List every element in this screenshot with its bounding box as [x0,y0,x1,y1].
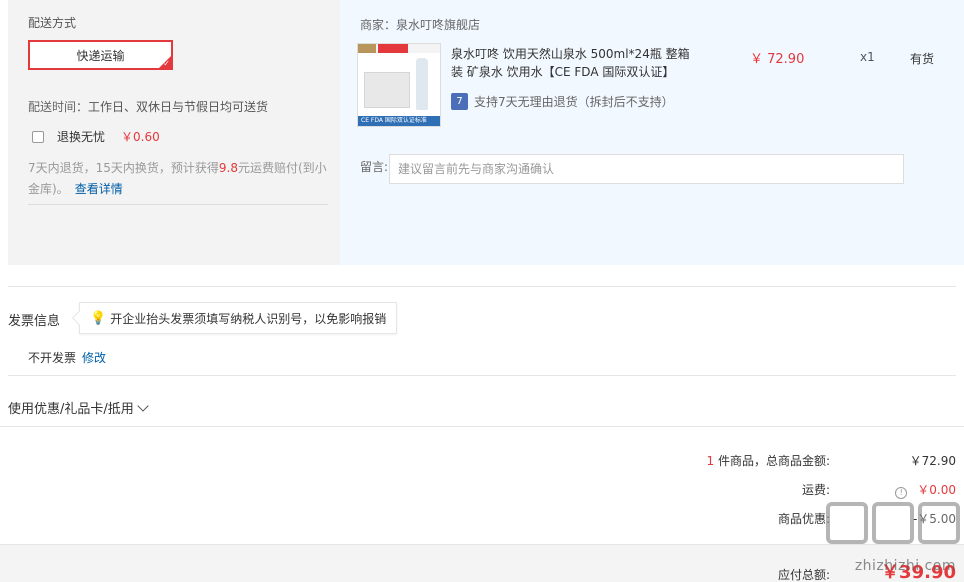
certification-strip-text: CE FDA 国际双认证标准 [361,117,427,124]
stock-status: 有货 [910,52,935,66]
noworry-checkbox[interactable] [32,130,44,143]
info-icon[interactable]: ! [895,487,908,499]
noworry-details-link[interactable]: 查看详情 [75,182,123,196]
divider [8,286,956,287]
noworry-desc-part1: 7天内退货，15天内换货，预计获得 [28,161,219,175]
noworry-label: 退换无忧 [57,130,106,144]
divider [0,426,964,427]
product-price: ￥ 72.90 [750,52,805,67]
checkmark-icon: ✓ [163,59,170,68]
shipping-title: 配送方式 [28,16,77,30]
coupon-toggle[interactable]: 使用优惠/礼品卡/抵用 [8,398,149,417]
noworry-price: ￥0.60 [121,130,160,144]
payable-value: ￥39.90 [881,562,956,582]
delivery-time-value: 工作日、双休日与节假日均可送货 [88,100,269,114]
divider [8,375,956,376]
memo-label: 留言: [360,160,389,174]
discount-label: 商品优惠: [777,512,830,526]
brand-tag [358,44,440,53]
invoice-tip: 💡 开企业抬头发票须填写纳税人识别号，以免影响报销 [71,302,398,334]
invoice-edit-link[interactable]: 修改 [82,351,106,365]
product-box-graphic [364,72,410,108]
coupon-label: 使用优惠/礼品卡/抵用 [8,402,134,417]
invoice-title: 发票信息 [8,314,61,329]
goods-total-label: 1 件商品，总商品金额: [706,452,830,469]
noworry-desc-amount: 9.8 [218,161,238,175]
invoice-status: 不开发票 修改 [28,349,106,366]
seller-info: 商家：泉水叮咚旗舰店 [360,16,480,33]
noworry-description: 7天内退货，15天内换货，预计获得9.8元运费赔付(到小金库)。 查看详情 [28,158,328,200]
invoice-status-text: 不开发票 [28,351,77,365]
store-panel: 商家：泉水叮咚旗舰店 CE FDA 国际双认证标准 泉水叮咚 饮用天然山泉水 5… [340,0,964,265]
freight-label: 运费: [801,483,830,497]
seven-day-return-icon: 7 [451,93,468,110]
return-policy-text: 支持7天无理由退货（拆封后不支持） [474,95,674,109]
payable-label: 应付总额: [777,568,830,582]
bottle-graphic [416,58,428,110]
discount-value: -￥5.00 [912,512,956,526]
goods-total-value: ￥72.90 [909,454,956,468]
shipping-method-button[interactable]: 快递运输 ✓ [28,40,173,70]
lightbulb-icon: 💡 [90,310,107,326]
freight-value-group: ! ￥0.00 [895,481,956,499]
certification-strip: CE FDA 国际双认证标准 [358,116,440,126]
product-quantity: x1 [860,50,875,64]
return-policy: 7 支持7天无理由退货（拆封后不支持） [451,93,674,110]
freight-value: ￥0.00 [917,483,956,497]
shipping-method-label: 快递运输 [76,48,125,63]
invoice-tip-text: 开企业抬头发票须填写纳税人识别号，以免影响报销 [110,311,387,326]
item-count: 1 [706,454,715,468]
chevron-down-icon [137,399,149,412]
memo-input[interactable] [389,154,904,184]
divider [28,204,328,205]
goods-label: 件商品，总商品金额: [717,454,830,468]
product-image[interactable]: CE FDA 国际双认证标准 [357,43,441,127]
delivery-time: 配送时间：工作日、双休日与节假日均可送货 [28,98,268,115]
seller-label: 商家： [360,18,397,32]
noworry-option[interactable]: 退换无忧 ￥0.60 [28,128,160,145]
seller-name[interactable]: 泉水叮咚旗舰店 [396,18,480,32]
tip-arrow [71,310,87,326]
product-title-link[interactable]: 泉水叮咚 饮用天然山泉水 500ml*24瓶 整箱装 矿泉水 饮用水【CE FD… [451,45,701,81]
shipping-panel: 配送方式 快递运输 ✓ 配送时间：工作日、双休日与节假日均可送货 退换无忧 ￥0… [8,0,340,265]
delivery-time-label: 配送时间： [28,100,89,114]
